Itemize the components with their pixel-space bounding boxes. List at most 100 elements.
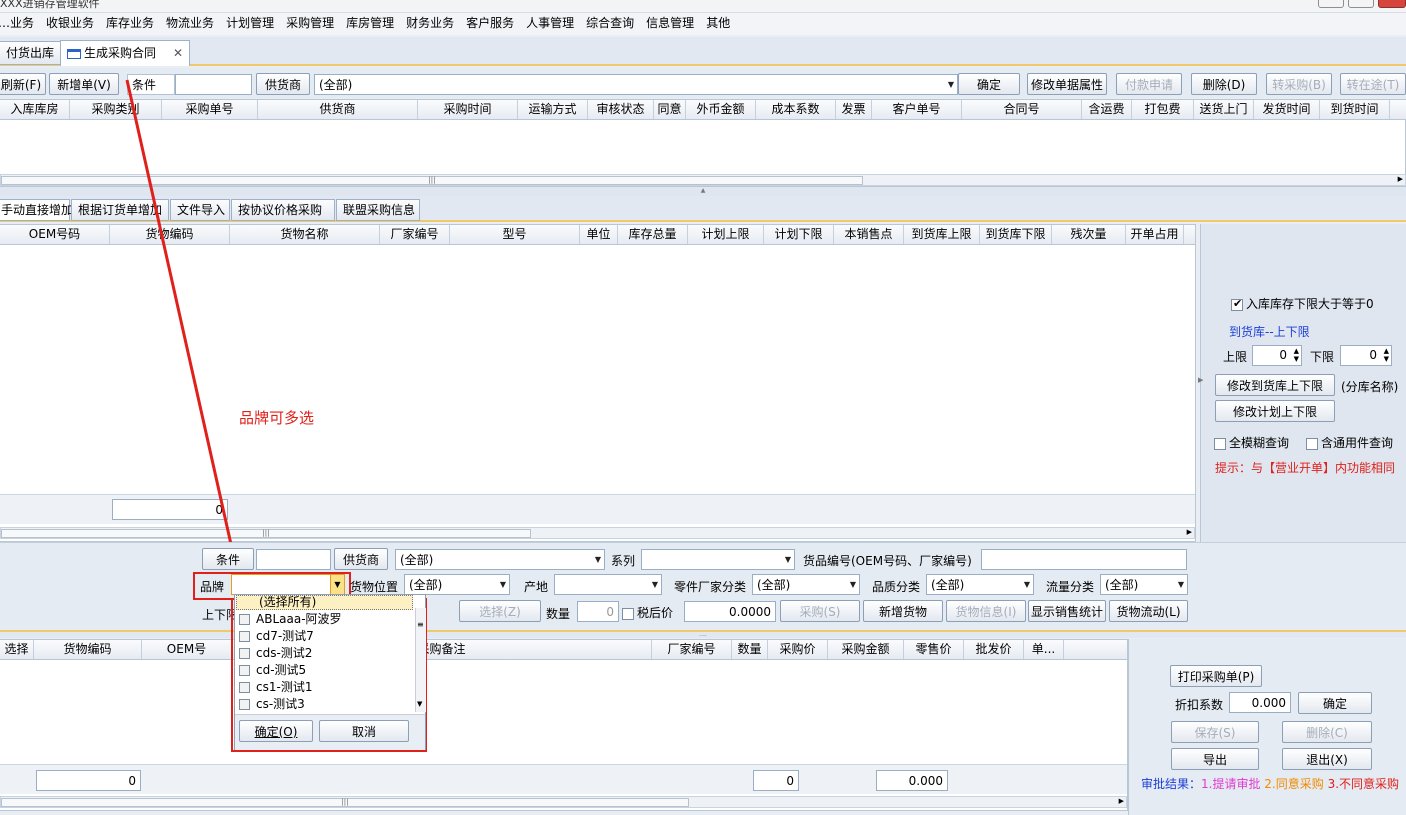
column-header[interactable]: 批发价	[964, 640, 1024, 659]
splitter-bottom[interactable]: ....	[0, 630, 1406, 638]
bottom-delete-button[interactable]: 删除(C)	[1282, 721, 1372, 743]
brand-dropdown-vscroll[interactable]: ≡ ▼	[415, 608, 426, 712]
filter-supplier-value: (全部)	[400, 553, 434, 567]
chevron-down-icon: ▼	[499, 580, 506, 589]
column-header[interactable]: 厂家编号	[652, 640, 732, 659]
checked-checkbox-icon[interactable]: ✔	[1231, 297, 1243, 311]
column-header[interactable]: 货物编码	[34, 640, 142, 659]
save-button[interactable]: 保存(S)	[1171, 721, 1259, 743]
goods-info-button[interactable]: 货物信息(I)	[946, 600, 1026, 622]
export-button[interactable]: 导出	[1171, 748, 1259, 770]
part-category-select[interactable]: (全部) ▼	[752, 574, 860, 595]
brand-option[interactable]: cd7-测试7	[236, 628, 414, 645]
chevron-down-icon[interactable]: ▼	[417, 700, 422, 708]
hint-text: 提示：与【营业开单】内功能相同	[1215, 461, 1396, 475]
upper-limit-spinner[interactable]: 0 ▲ ▼	[1252, 345, 1302, 366]
filter-condition-input[interactable]	[256, 549, 331, 570]
brand-label: 品牌	[200, 580, 225, 594]
add-goods-button[interactable]: 新增货物	[863, 600, 943, 622]
chevron-down-icon[interactable]: ▼	[330, 575, 344, 594]
checkbox-icon[interactable]	[239, 614, 250, 625]
brand-option[interactable]: cd-测试5	[236, 662, 414, 679]
checkbox-icon[interactable]	[1214, 437, 1226, 450]
checkbox-icon[interactable]	[239, 665, 250, 676]
select-button[interactable]: 选择(Z)	[459, 600, 541, 622]
quality-label: 品质分类	[872, 580, 921, 594]
approval-status-3: 3.不同意采购	[1327, 777, 1400, 791]
bottom-grid-hscrollbar[interactable]: ||| ▶	[0, 796, 1127, 808]
column-header[interactable]: 采购金额	[828, 640, 904, 659]
spin-arrows-icon[interactable]: ▲ ▼	[1384, 347, 1389, 363]
checkbox-icon[interactable]	[239, 682, 250, 693]
purchase-button[interactable]: 采购(S)	[780, 600, 860, 622]
brand-option[interactable]: cs-测试3	[236, 696, 414, 713]
brand-select[interactable]: ▼	[231, 574, 345, 595]
right-panel: ✔ 入库库存下限大于等于0 到货库--上下限 上限 0 ▲ ▼ 下限 0 ▲ ▼ 修改到货…	[1198, 224, 1406, 542]
brand-option[interactable]: cds-测试2	[236, 645, 414, 662]
approval-legend: 审批结果：1.提请审批 2.同意采购 3.不同意采购	[1141, 775, 1399, 792]
part-category-value: (全部)	[757, 578, 791, 592]
bottom-right-panel: 打印采购单(P) 折扣系数 0.000 确定 保存(S) 删除(C) 导出 退出…	[1128, 639, 1406, 815]
sales-stats-button[interactable]: 显示销售统计	[1028, 600, 1106, 622]
checkbox-icon[interactable]	[239, 699, 250, 710]
chevron-down-icon: ▼	[1177, 580, 1184, 589]
discount-confirm-button[interactable]: 确定	[1298, 692, 1372, 714]
brand-option-select-all[interactable]: (选择所有)	[236, 595, 413, 610]
checkbox-icon[interactable]	[239, 648, 250, 659]
bottom-grid-header: 选择 货物编码 OEM号 采购备注 厂家编号 数量 采购价 采购金额 零售价 批发价 单...	[0, 640, 1127, 660]
after-tax-check[interactable]: 税后价	[622, 604, 673, 621]
brand-option[interactable]: ABLaaa-阿波罗	[236, 611, 414, 628]
price-input[interactable]: 0.0000	[684, 601, 776, 622]
collapse-handle-icon[interactable]: ▶	[1198, 376, 1203, 384]
store-limits-link[interactable]: 到货库--上下限	[1229, 323, 1310, 340]
fuzzy-query-label: 全模糊查询	[1229, 436, 1290, 450]
column-header[interactable]: 零售价	[904, 640, 964, 659]
brand-option-label: cd7-测试7	[256, 629, 314, 643]
brand-ok-button[interactable]: 确定(O)	[239, 720, 313, 742]
column-header[interactable]: 采购价	[768, 640, 828, 659]
filter-supplier-select[interactable]: (全部) ▼	[395, 549, 605, 570]
goods-flow-button[interactable]: 货物流动(L)	[1109, 600, 1188, 622]
checkbox-icon[interactable]	[239, 631, 250, 642]
lower-limit-spinner[interactable]: 0 ▲ ▼	[1340, 345, 1392, 366]
spin-arrows-icon[interactable]: ▲ ▼	[1294, 347, 1299, 363]
chevron-down-icon: ▼	[784, 555, 791, 564]
flow-select[interactable]: (全部) ▼	[1100, 574, 1188, 595]
exit-button[interactable]: 退出(X)	[1282, 748, 1372, 770]
brand-option-label: cd-测试5	[256, 663, 307, 677]
goods-code-input[interactable]	[981, 549, 1187, 570]
column-header[interactable]: 单...	[1024, 640, 1064, 659]
checkbox-icon[interactable]	[622, 607, 634, 620]
print-purchase-button[interactable]: 打印采购单(P)	[1170, 665, 1262, 687]
common-parts-check[interactable]: 含通用件查询	[1306, 434, 1393, 451]
brand-option[interactable]: cs1-测试1	[236, 679, 414, 696]
modify-store-limits-button[interactable]: 修改到货库上下限	[1215, 374, 1335, 396]
filter-supplier-button[interactable]: 供货商	[334, 548, 388, 570]
series-select[interactable]: ▼	[641, 549, 795, 570]
quality-select[interactable]: (全部) ▼	[926, 574, 1034, 595]
brand-cancel-button[interactable]: 取消	[319, 720, 409, 742]
fuzzy-query-check[interactable]: 全模糊查询	[1214, 434, 1289, 451]
lower-limit-check[interactable]: ✔ 入库库存下限大于等于0	[1231, 295, 1374, 312]
column-header[interactable]: 数量	[732, 640, 768, 659]
checkbox-icon[interactable]	[1306, 437, 1318, 450]
discount-label: 折扣系数	[1175, 698, 1224, 712]
origin-select[interactable]: ▼	[554, 574, 662, 595]
approval-label: 审批结果：	[1141, 777, 1202, 791]
quantity-label: 数量	[546, 607, 571, 621]
modify-plan-limits-button[interactable]: 修改计划上下限	[1215, 400, 1335, 422]
scroll-grip-icon[interactable]: ≡	[417, 620, 424, 629]
scroll-thumb[interactable]: |||	[1, 798, 689, 807]
chevron-right-icon[interactable]: ▶	[1119, 797, 1124, 805]
filter-condition-button[interactable]: 条件	[202, 548, 254, 570]
common-parts-label: 含通用件查询	[1321, 436, 1394, 450]
select-all-label: (选择所有)	[259, 595, 317, 609]
location-select[interactable]: (全部) ▼	[404, 574, 510, 595]
flow-value: (全部)	[1105, 578, 1139, 592]
column-header[interactable]: 选择	[0, 640, 34, 659]
column-header[interactable]: OEM号	[142, 640, 232, 659]
quality-value: (全部)	[931, 578, 965, 592]
goods-code-label: 货品编号(OEM号码、厂家编号)	[803, 554, 972, 568]
quantity-input[interactable]: 0	[577, 601, 619, 622]
discount-input[interactable]: 0.000	[1229, 692, 1291, 713]
